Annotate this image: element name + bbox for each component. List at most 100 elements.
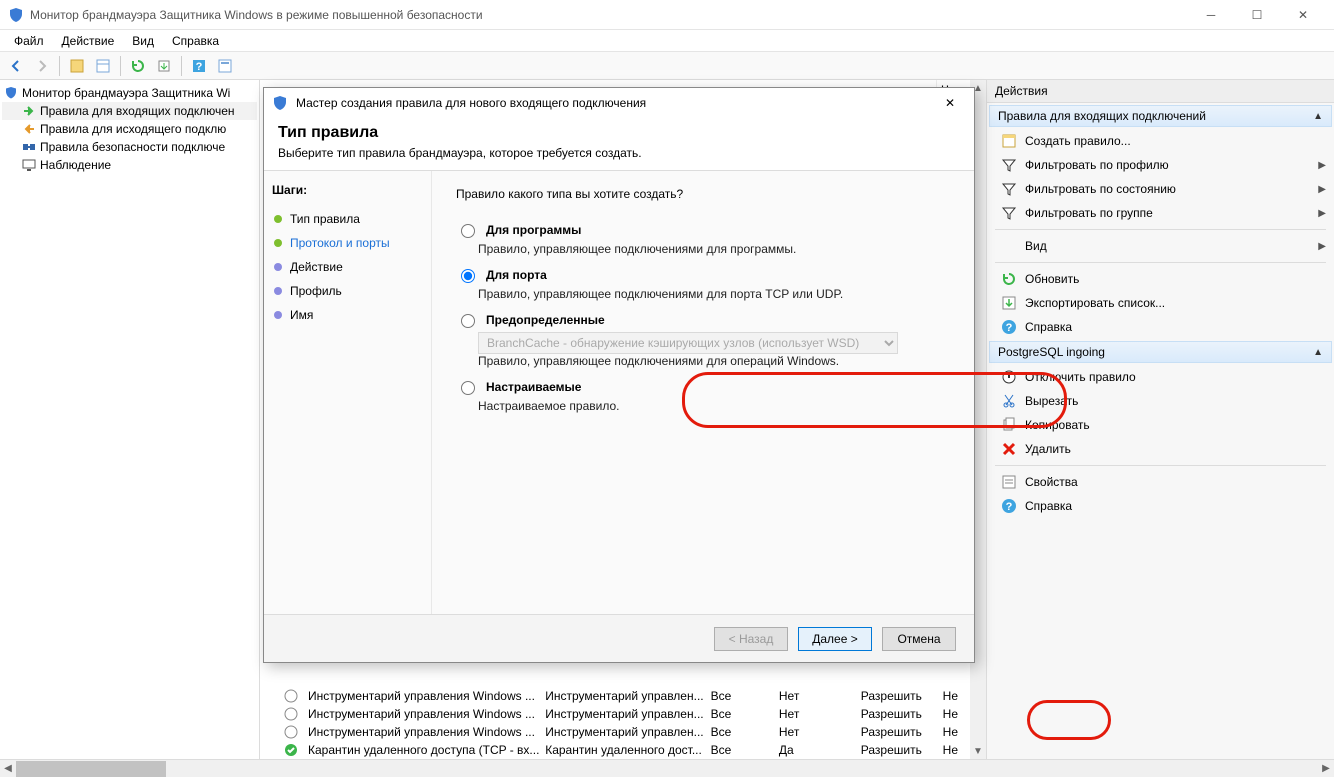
step-label: Профиль [290,284,342,298]
hscroll-left[interactable]: ◀ [0,763,16,774]
action-label: Обновить [1025,272,1079,286]
menu-view[interactable]: Вид [124,32,162,50]
wizard-step--[interactable]: Протокол и порты [272,231,423,255]
wizard-back-button[interactable]: < Назад [714,627,788,651]
rule-row[interactable]: Инструментарий управления Windows ...Инс… [284,723,970,741]
hscroll-thumb[interactable] [16,761,166,777]
app-icon [8,7,24,23]
rule-name: Карантин удаленного доступа (TCP - вх... [302,743,539,757]
hscroll-track[interactable] [16,761,1318,777]
rule-enabled: Нет [773,689,855,703]
action-label: Фильтровать по состоянию [1025,182,1176,196]
action-item--[interactable]: ?Справка [987,494,1334,518]
toolbar-panel-icon[interactable] [65,54,89,78]
action-item--[interactable]: Создать правило... [987,129,1334,153]
maximize-button[interactable]: ☐ [1234,0,1280,30]
tree-connection-security[interactable]: Правила безопасности подключе [2,138,257,156]
action-item--[interactable]: Вид▶ [987,234,1334,258]
wizard-next-button[interactable]: Далее > [798,627,872,651]
rule-row[interactable]: Карантин удаленного доступа (TCP - вх...… [284,741,970,759]
option-custom[interactable]: Настраиваемые [456,378,950,395]
toolbar: ? [0,52,1334,80]
new-rule-icon [1001,133,1017,149]
rule-group: Карантин удаленного дост... [539,743,704,757]
window-titlebar: Монитор брандмауэра Защитника Windows в … [0,0,1334,30]
action-item--[interactable]: Копировать [987,413,1334,437]
tree-outbound-rules[interactable]: Правила для исходящего подклю [2,120,257,138]
scroll-down-arrow[interactable]: ▼ [970,743,986,759]
action-label: Копировать [1025,418,1090,432]
svg-text:?: ? [1006,501,1013,513]
svg-text:?: ? [1006,322,1013,334]
action-label: Вид [1025,239,1047,253]
option-label: Для порта [486,268,547,282]
action-item--[interactable]: Свойства [987,470,1334,494]
action-item--[interactable]: Вырезать [987,389,1334,413]
menu-file[interactable]: Файл [6,32,52,50]
action-item--[interactable]: ?Справка [987,315,1334,339]
rule-last: Не [937,743,970,757]
rule-status-icon [284,743,298,757]
wizard-step--[interactable]: Профиль [272,279,423,303]
predefined-select[interactable]: BranchCache - обнаружение кэширующих узл… [478,332,898,354]
separator [120,56,121,76]
outbound-icon [22,122,36,136]
wizard-cancel-button[interactable]: Отмена [882,627,956,651]
rule-status-icon [284,689,298,703]
chevron-right-icon: ▶ [1318,184,1326,195]
actions-section-inbound[interactable]: Правила для входящих подключений ▲ [989,105,1332,127]
tree-inbound-rules[interactable]: Правила для входящих подключен [2,102,257,120]
delete-icon [1001,441,1017,457]
menu-action[interactable]: Действие [54,32,123,50]
wizard-step--[interactable]: Тип правила [272,207,423,231]
radio-predefined[interactable] [461,314,475,328]
wizard-step--[interactable]: Действие [272,255,423,279]
action-item--[interactable]: Отключить правило [987,365,1334,389]
shield-icon [4,86,18,100]
tree-root[interactable]: Монитор брандмауэра Защитника Wi [2,84,257,102]
action-item--[interactable]: Фильтровать по группе▶ [987,201,1334,225]
toolbar-help-icon[interactable]: ? [187,54,211,78]
step-label: Тип правила [290,212,360,226]
radio-custom[interactable] [461,381,475,395]
option-port[interactable]: Для порта [456,266,950,283]
close-button[interactable]: ✕ [1280,0,1326,30]
hscroll-right[interactable]: ▶ [1318,763,1334,774]
step-dot-icon [274,263,282,271]
action-item--[interactable]: Экспортировать список... [987,291,1334,315]
menu-help[interactable]: Справка [164,32,227,50]
action-item--[interactable]: Удалить [987,437,1334,461]
step-dot-icon [274,311,282,319]
toolbar-list-icon[interactable] [91,54,115,78]
minimize-button[interactable]: ─ [1188,0,1234,30]
action-label: Фильтровать по группе [1025,206,1153,220]
filter-icon [1001,181,1017,197]
window-title: Монитор брандмауэра Защитника Windows в … [30,8,1188,22]
option-label: Предопределенные [486,313,605,327]
nav-back-button[interactable] [4,54,28,78]
tree-monitoring[interactable]: Наблюдение [2,156,257,174]
radio-port[interactable] [461,269,475,283]
option-predefined[interactable]: Предопределенные [456,311,950,328]
cut-icon [1001,393,1017,409]
toolbar-refresh-icon[interactable] [126,54,150,78]
rule-row[interactable]: Инструментарий управления Windows ...Инс… [284,705,970,723]
nav-forward-button[interactable] [30,54,54,78]
action-item--[interactable]: Фильтровать по состоянию ▶ [987,177,1334,201]
rule-row[interactable]: Инструментарий управления Windows ...Инс… [284,687,970,705]
radio-program[interactable] [461,224,475,238]
actions-section-rule[interactable]: PostgreSQL ingoing ▲ [989,341,1332,363]
chevron-right-icon: ▶ [1318,160,1326,171]
wizard-close-button[interactable]: ✕ [934,89,966,117]
action-item--[interactable]: Обновить [987,267,1334,291]
wizard-step--[interactable]: Имя [272,303,423,327]
horizontal-scrollbar[interactable]: ◀ ▶ [0,759,1334,777]
toolbar-props-icon[interactable] [213,54,237,78]
option-program[interactable]: Для программы [456,221,950,238]
filter-icon [1001,205,1017,221]
wizard-titlebar: Мастер создания правила для нового входя… [264,88,974,118]
rule-group: Инструментарий управлен... [539,689,704,703]
toolbar-export-icon[interactable] [152,54,176,78]
export-icon [1001,295,1017,311]
action-item--[interactable]: Фильтровать по профилю▶ [987,153,1334,177]
